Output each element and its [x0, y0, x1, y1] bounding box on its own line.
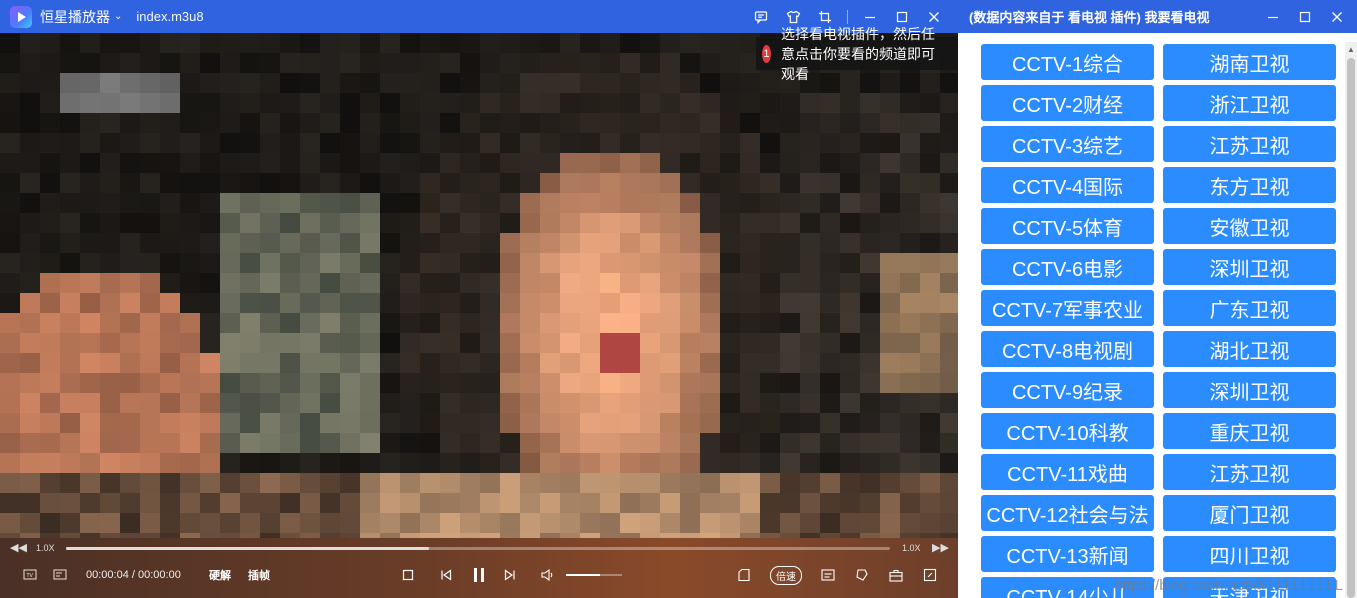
- time-text: 00:00:04 / 00:00:00: [86, 569, 181, 581]
- fullscreen-icon[interactable]: [922, 562, 938, 588]
- channel-button-satellite-7[interactable]: 广东卫视: [1163, 290, 1336, 326]
- channel-button-cctv-1[interactable]: CCTV-1综合: [981, 44, 1154, 80]
- playback-rate-label: 倍速: [770, 565, 802, 585]
- panel-title: (数据内容来自于 看电视 插件) 我要看电视: [969, 10, 1210, 25]
- playback-rate-button[interactable]: 倍速: [768, 562, 804, 588]
- channel-button-satellite-6[interactable]: 深圳卫视: [1163, 249, 1336, 285]
- channel-button-cctv-2[interactable]: CCTV-2财经: [981, 85, 1154, 121]
- hw-decode-button[interactable]: 硬解: [207, 562, 233, 588]
- left-speed-label: 1.0X: [36, 543, 55, 553]
- channel-button-cctv-9[interactable]: CCTV-9纪录: [981, 372, 1154, 408]
- control-bar: ◀◀ 1.0X 1.0X ▶▶ TV 00:00:04 / 00:00:00 硬…: [0, 538, 958, 598]
- hint-text: 选择看电视插件，然后任意点击你要看的频道即可观看: [780, 25, 935, 82]
- progress-bar[interactable]: [66, 547, 890, 550]
- channel-button-satellite-13[interactable]: 四川卫视: [1163, 536, 1336, 572]
- channel-button-cctv-3[interactable]: CCTV-3综艺: [981, 126, 1154, 162]
- channel-button-cctv-7[interactable]: CCTV-7军事农业: [981, 290, 1154, 326]
- panel-titlebar[interactable]: (数据内容来自于 看电视 插件) 我要看电视: [958, 0, 1357, 33]
- fast-forward-icon[interactable]: ▶▶: [932, 541, 949, 554]
- frame-interpolation-button[interactable]: 插帧: [246, 562, 272, 588]
- titlebar-divider: [847, 9, 848, 24]
- tv-plugin-panel: (数据内容来自于 看电视 插件) 我要看电视 CCTV-1综合 CCTV-2财经 C…: [958, 0, 1357, 598]
- notice-badge: 1: [762, 44, 771, 63]
- player-window: 恒星播放器 ⌄ index.m3u8 1 选择看电视插件，然后任意点击你要看的频…: [0, 0, 958, 598]
- channel-button-cctv-10[interactable]: CCTV-10科教: [981, 413, 1154, 449]
- volume-fill: [566, 574, 600, 576]
- previous-icon[interactable]: [438, 562, 454, 588]
- right-speed-label: 1.0X: [902, 543, 921, 553]
- scroll-up-icon[interactable]: ▲: [1345, 42, 1357, 56]
- time-display: 00:00:04 / 00:00:00: [86, 562, 196, 588]
- channel-button-cctv-5[interactable]: CCTV-5体育: [981, 208, 1154, 244]
- next-icon[interactable]: [502, 562, 518, 588]
- scrollbar[interactable]: ▲: [1345, 42, 1357, 598]
- app-name[interactable]: 恒星播放器: [40, 7, 110, 27]
- file-name: index.m3u8: [136, 9, 204, 24]
- app-logo-icon[interactable]: [10, 5, 32, 28]
- watermark-text: https://blog.csdn.net/@LLLLLLLLL: [1114, 577, 1343, 594]
- channel-button-satellite-4[interactable]: 东方卫视: [1163, 167, 1336, 203]
- volume-slider[interactable]: [566, 574, 622, 576]
- panel-maximize-icon[interactable]: [1289, 0, 1321, 33]
- channel-button-satellite-1[interactable]: 湖南卫视: [1163, 44, 1336, 80]
- channel-button-satellite-11[interactable]: 江苏卫视: [1163, 454, 1336, 490]
- channel-button-satellite-8[interactable]: 湖北卫视: [1163, 331, 1336, 367]
- panel-minimize-icon[interactable]: [1257, 0, 1289, 33]
- playlist-icon[interactable]: [52, 562, 68, 588]
- shortcut-icon[interactable]: [736, 562, 752, 588]
- tv-icon[interactable]: TV: [22, 562, 38, 588]
- stop-icon[interactable]: [400, 562, 416, 588]
- pause-icon[interactable]: [470, 562, 488, 588]
- channel-button-cctv-13[interactable]: CCTV-13新闻: [981, 536, 1154, 572]
- rewind-icon[interactable]: ◀◀: [10, 541, 27, 554]
- channel-button-cctv-6[interactable]: CCTV-6电影: [981, 249, 1154, 285]
- channel-button-cctv-12[interactable]: CCTV-12社会与法: [981, 495, 1154, 531]
- svg-text:TV: TV: [26, 573, 34, 579]
- channel-button-satellite-10[interactable]: 重庆卫视: [1163, 413, 1336, 449]
- panel-close-icon[interactable]: [1321, 0, 1353, 33]
- channel-button-satellite-9[interactable]: 深圳卫视: [1163, 372, 1336, 408]
- channel-button-cctv-4[interactable]: CCTV-4国际: [981, 167, 1154, 203]
- chat-icon[interactable]: [745, 0, 777, 33]
- pixelated-video-image: [0, 33, 958, 538]
- toolbox-icon[interactable]: [888, 562, 904, 588]
- channel-button-cctv-11[interactable]: CCTV-11戏曲: [981, 454, 1154, 490]
- subtitle-icon[interactable]: [820, 562, 836, 588]
- scroll-thumb[interactable]: [1347, 58, 1355, 598]
- progress-fill: [66, 547, 429, 550]
- channel-button-satellite-3[interactable]: 江苏卫视: [1163, 126, 1336, 162]
- screenshot-icon[interactable]: [854, 562, 870, 588]
- hint-tooltip: 1 选择看电视插件，然后任意点击你要看的频道即可观看: [756, 26, 958, 82]
- volume-icon[interactable]: [540, 562, 556, 588]
- chevron-down-icon[interactable]: ⌄: [114, 11, 122, 22]
- channel-button-satellite-5[interactable]: 安徽卫视: [1163, 208, 1336, 244]
- channel-button-satellite-2[interactable]: 浙江卫视: [1163, 85, 1336, 121]
- video-frame[interactable]: [0, 33, 958, 538]
- channel-button-satellite-12[interactable]: 厦门卫视: [1163, 495, 1336, 531]
- channel-button-cctv-8[interactable]: CCTV-8电视剧: [981, 331, 1154, 367]
